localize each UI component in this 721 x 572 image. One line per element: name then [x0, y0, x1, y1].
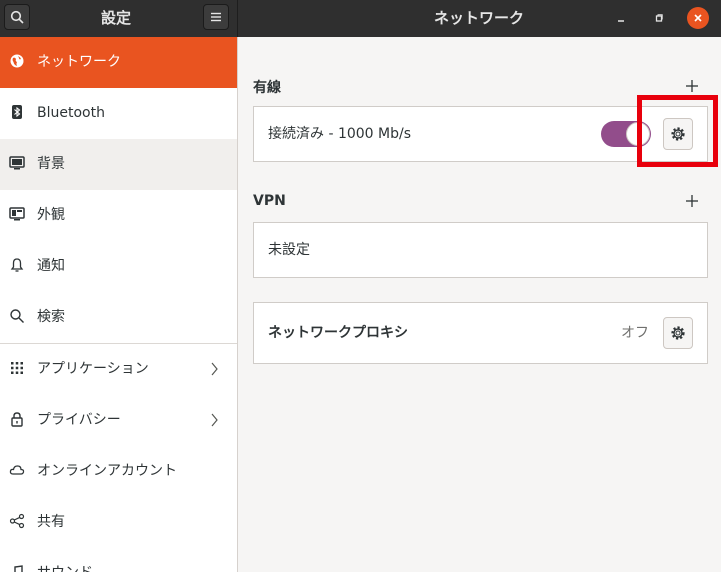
- network-proxy-status: オフ: [621, 325, 649, 341]
- sidebar-item-appearance[interactable]: 外観: [0, 190, 237, 241]
- minimize-icon: [618, 20, 624, 22]
- search-icon: [9, 308, 25, 324]
- wired-section-title: 有線: [253, 80, 281, 96]
- search-icon: [10, 10, 24, 24]
- sidebar-item-label: 検索: [37, 309, 65, 325]
- chevron-right-icon: [211, 413, 218, 427]
- sidebar-item-label: サウンド: [37, 548, 93, 572]
- close-button[interactable]: [687, 7, 709, 29]
- minimize-button[interactable]: [610, 7, 632, 29]
- add-wired-button[interactable]: [685, 79, 699, 93]
- apps-grid-icon: [9, 360, 25, 376]
- sidebar-item-bluetooth[interactable]: Bluetooth: [0, 88, 237, 139]
- appearance-icon: [9, 206, 25, 222]
- sidebar-item-sharing[interactable]: 共有: [0, 497, 237, 548]
- add-vpn-button[interactable]: [685, 194, 699, 208]
- header-bar: 設定 ネットワーク: [0, 0, 721, 37]
- settings-sidebar: ネットワーク Bluetooth 背景 外観 通知 検索 アプリケーション プラ…: [0, 37, 238, 572]
- sidebar-item-label: プライバシー: [37, 412, 121, 428]
- maximize-icon: [655, 14, 663, 22]
- maximize-button[interactable]: [648, 7, 670, 29]
- sidebar-item-sound[interactable]: サウンド: [0, 548, 237, 572]
- globe-icon: [9, 53, 25, 69]
- main-header: ネットワーク: [238, 0, 721, 37]
- close-icon: [694, 14, 702, 22]
- vpn-status-row: 未設定: [253, 222, 708, 278]
- bell-icon: [9, 257, 25, 273]
- sidebar-item-privacy[interactable]: プライバシー: [0, 395, 237, 446]
- sidebar-item-online-accounts[interactable]: オンラインアカウント: [0, 446, 237, 497]
- sidebar-header: 設定: [0, 0, 238, 37]
- wired-connection-label: 接続済み - 1000 Mb/s: [268, 126, 412, 142]
- music-note-icon: [9, 564, 25, 572]
- sidebar-item-label: 外観: [37, 207, 65, 223]
- sidebar-item-applications[interactable]: アプリケーション: [0, 344, 237, 395]
- sidebar-item-label: 背景: [37, 156, 65, 172]
- highlight-box: [637, 95, 718, 167]
- vpn-section-title: VPN: [253, 193, 286, 209]
- gear-icon: [671, 326, 685, 340]
- sidebar-item-label: 共有: [37, 514, 65, 530]
- lock-icon: [9, 411, 25, 427]
- sidebar-item-search[interactable]: 検索: [0, 292, 237, 343]
- menu-button[interactable]: [203, 4, 229, 30]
- network-proxy-row[interactable]: ネットワークプロキシ オフ: [253, 302, 708, 364]
- sidebar-title: 設定: [101, 9, 132, 27]
- bluetooth-icon: [9, 104, 25, 120]
- sidebar-item-label: 通知: [37, 258, 65, 274]
- search-button[interactable]: [4, 4, 30, 30]
- page-title: ネットワーク: [434, 9, 525, 27]
- sidebar-item-notifications[interactable]: 通知: [0, 241, 237, 292]
- network-proxy-settings-button[interactable]: [663, 317, 693, 349]
- vpn-status-label: 未設定: [268, 242, 310, 258]
- cloud-icon: [9, 462, 25, 478]
- sidebar-item-label: ネットワーク: [37, 54, 121, 70]
- sidebar-item-background[interactable]: 背景: [0, 139, 237, 190]
- chevron-right-icon: [211, 362, 218, 376]
- hamburger-icon: [211, 12, 221, 22]
- background-icon: [9, 155, 25, 171]
- sidebar-item-label: オンラインアカウント: [37, 463, 177, 479]
- network-proxy-label: ネットワークプロキシ: [268, 325, 408, 341]
- share-icon: [9, 513, 25, 529]
- sidebar-item-network[interactable]: ネットワーク: [0, 37, 237, 88]
- sidebar-item-label: アプリケーション: [37, 361, 149, 377]
- sidebar-item-label: Bluetooth: [37, 105, 105, 121]
